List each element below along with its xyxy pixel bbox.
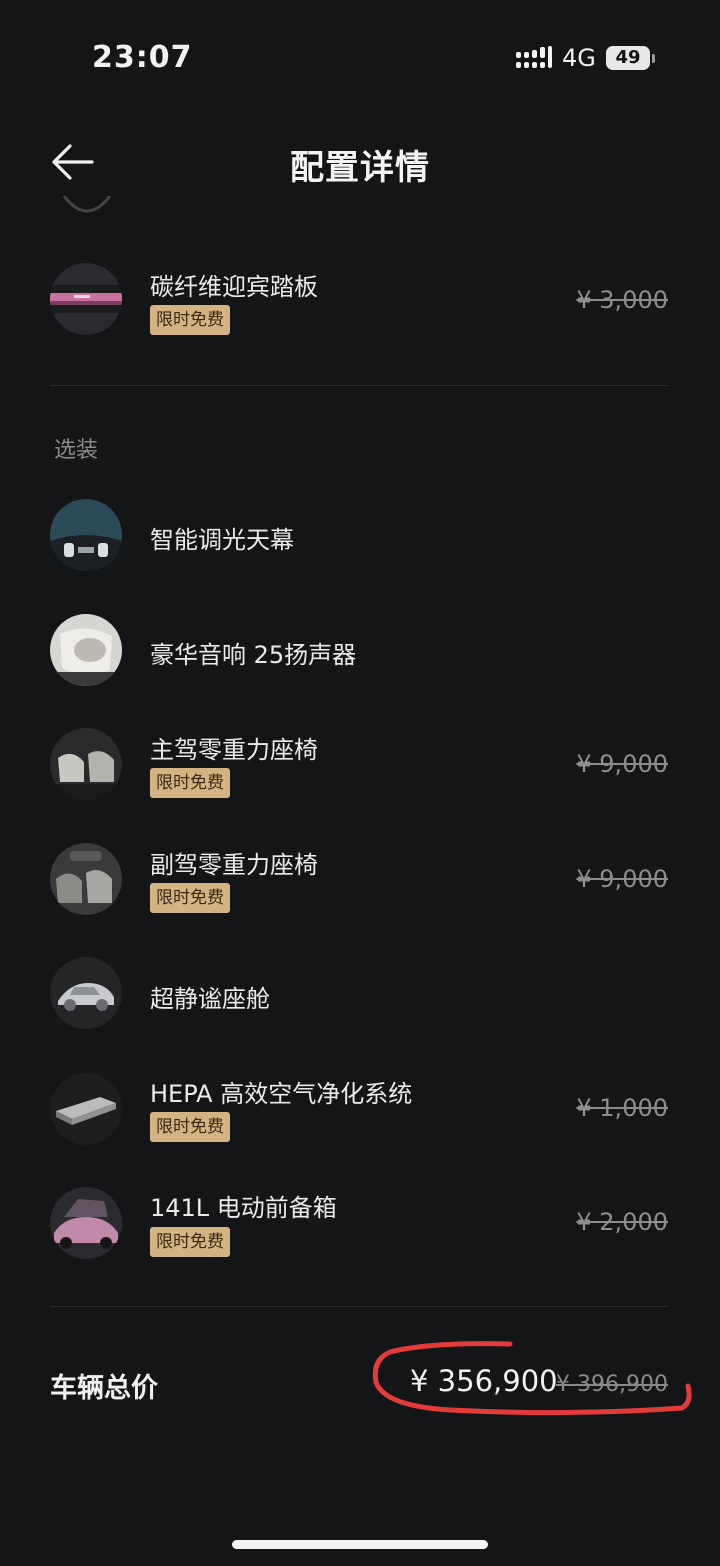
item-name: 主驾零重力座椅 — [150, 736, 318, 764]
free-badge: 限时免费 — [150, 768, 230, 798]
free-badge: 限时免费 — [150, 1112, 230, 1142]
battery-level: 49 — [606, 46, 650, 70]
status-time: 23:07 — [92, 40, 193, 75]
item-name: 智能调光天幕 — [150, 526, 294, 554]
item-thumbnail-speakers — [50, 614, 122, 686]
signal-icon — [516, 46, 552, 68]
scrolled-item-thumbnail — [62, 196, 112, 220]
free-badge: 限时免费 — [150, 883, 230, 913]
free-badge: 限时免费 — [150, 305, 230, 335]
divider — [50, 1306, 668, 1307]
item-price: ¥ 9,000 — [576, 865, 668, 893]
divider — [50, 385, 668, 386]
item-thumbnail-passenger-seat — [50, 843, 122, 915]
item-price: ¥ 9,000 — [576, 750, 668, 778]
item-name: 副驾零重力座椅 — [150, 851, 318, 879]
item-price: ¥ 1,000 — [576, 1094, 668, 1122]
network-type: 4G — [562, 44, 596, 72]
item-thumbnail-carbon-sill — [50, 263, 122, 335]
total-price-label: 车辆总价 — [50, 1373, 158, 1404]
item-price: ¥ 3,000 — [576, 286, 668, 314]
item-name: HEPA 高效空气净化系统 — [150, 1080, 413, 1108]
status-bar: 23:07 4G 49 — [0, 0, 720, 120]
item-price: ¥ 2,000 — [576, 1208, 668, 1236]
item-name: 超静谧座舱 — [150, 985, 270, 1013]
item-name: 豪华音响 25扬声器 — [150, 641, 357, 669]
item-name: 141L 电动前备箱 — [150, 1194, 337, 1222]
item-name: 碳纤维迎宾踏板 — [150, 273, 318, 301]
red-annotation-circle — [372, 1341, 692, 1416]
item-thumbnail-hepa — [50, 1073, 122, 1145]
item-thumbnail-driver-seat — [50, 728, 122, 800]
item-thumbnail-frunk — [50, 1187, 122, 1259]
battery-icon: 49 — [606, 46, 656, 72]
item-thumbnail-quiet-cabin — [50, 957, 122, 1029]
home-indicator[interactable] — [232, 1540, 488, 1549]
free-badge: 限时免费 — [150, 1227, 230, 1257]
section-label-optional: 选装 — [54, 438, 99, 463]
item-thumbnail-sunroof — [50, 499, 122, 571]
page-title: 配置详情 — [290, 148, 430, 188]
